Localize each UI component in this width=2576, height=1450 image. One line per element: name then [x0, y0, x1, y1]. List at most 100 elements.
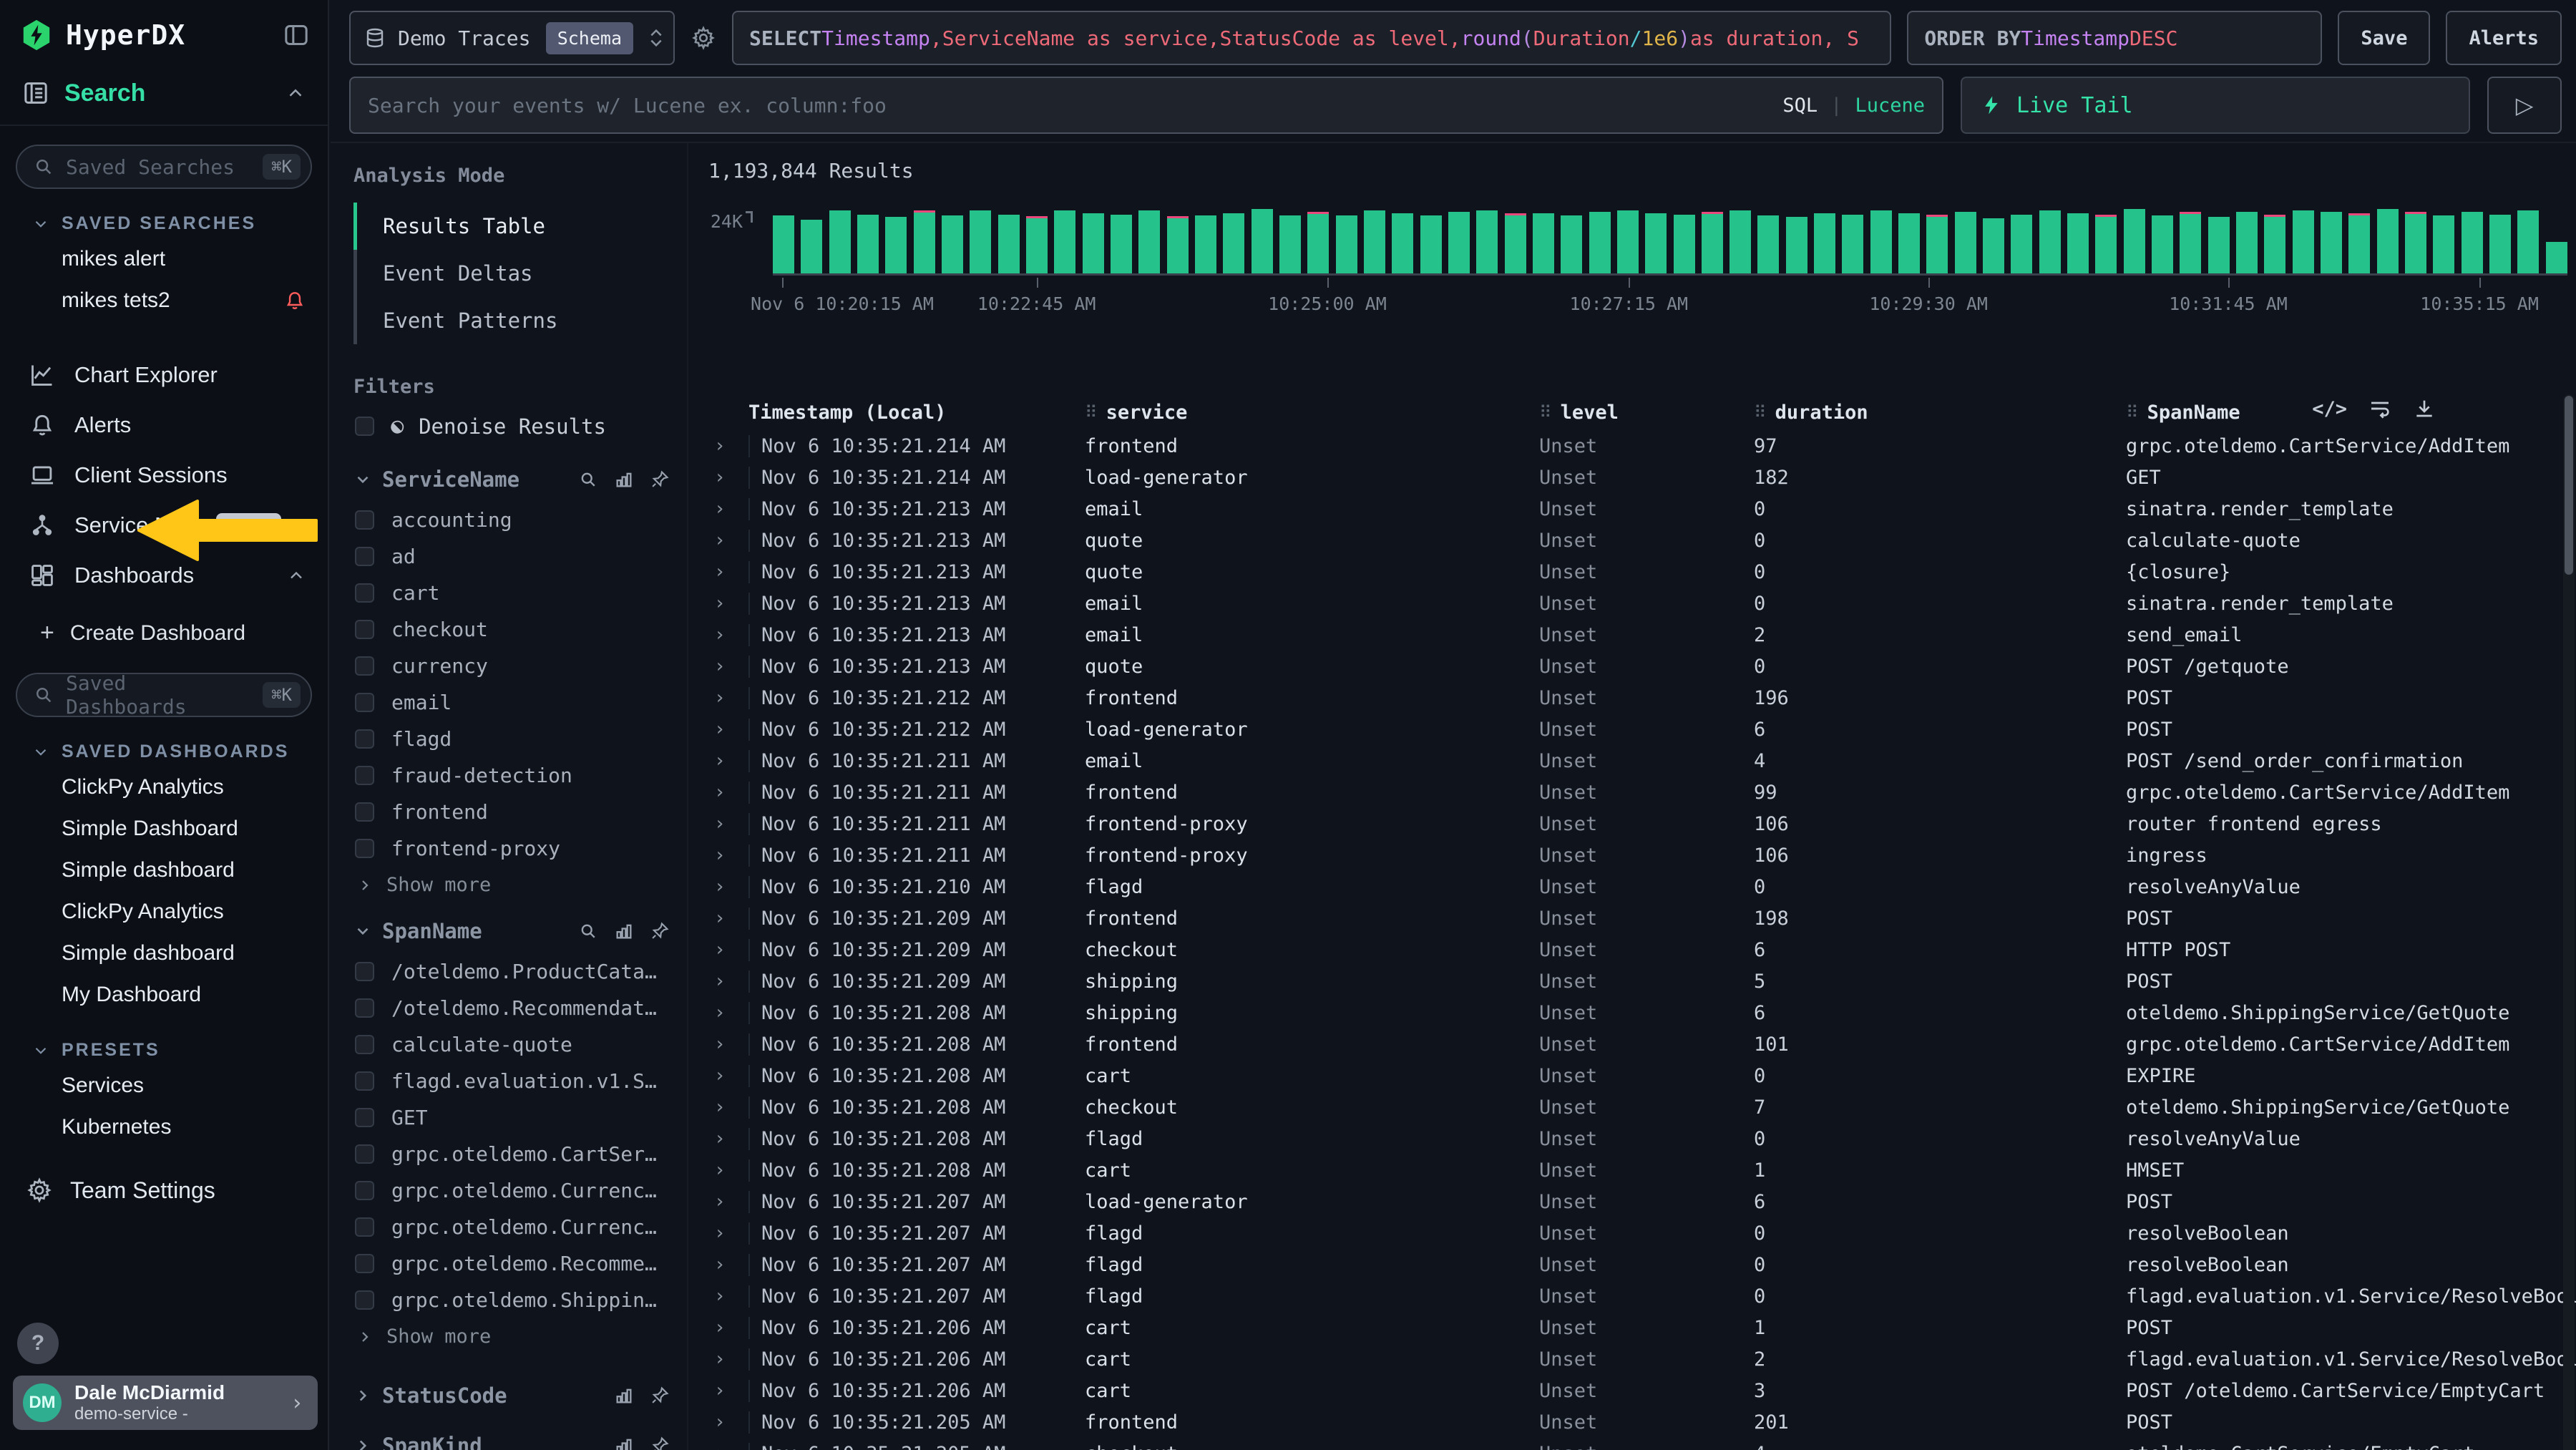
- row-expand-chevron[interactable]: ›: [708, 908, 748, 929]
- search-icon[interactable]: [578, 921, 598, 941]
- row-expand-chevron[interactable]: ›: [708, 782, 748, 803]
- filter-checkbox[interactable]: [355, 1071, 374, 1091]
- filter-checkbox[interactable]: [355, 510, 374, 530]
- saved-dashboard-item[interactable]: ClickPy Analytics: [0, 767, 328, 808]
- table-row[interactable]: › Nov 6 10:35:21.206 AM cart Unset 1 POS…: [708, 1312, 2576, 1343]
- preset-item[interactable]: Services: [0, 1065, 328, 1106]
- histogram-bar[interactable]: [1026, 216, 1048, 273]
- row-expand-chevron[interactable]: ›: [708, 530, 748, 551]
- histogram-bar[interactable]: [2180, 212, 2201, 273]
- row-expand-chevron[interactable]: ›: [708, 1002, 748, 1023]
- histogram-bar[interactable]: [2489, 215, 2511, 273]
- row-expand-chevron[interactable]: ›: [708, 1033, 748, 1055]
- histogram-bar[interactable]: [2067, 213, 2089, 273]
- pin-icon[interactable]: [650, 1436, 670, 1450]
- histogram-bar[interactable]: [2348, 213, 2370, 273]
- histogram-bar[interactable]: [2208, 217, 2230, 273]
- histogram-bar[interactable]: [1757, 215, 1779, 273]
- bar-chart-icon[interactable]: [614, 1386, 634, 1406]
- user-menu[interactable]: DM Dale McDiarmid demo-service - ›: [13, 1376, 318, 1430]
- histogram-bar[interactable]: [885, 217, 907, 273]
- row-expand-chevron[interactable]: ›: [708, 1159, 748, 1181]
- filter-checkbox[interactable]: [355, 839, 374, 858]
- col-service[interactable]: ⠿service: [1085, 402, 1539, 424]
- histogram-bar[interactable]: [2039, 210, 2061, 273]
- filter-checkbox-item[interactable]: /oteldemo.ProductCatalo…: [353, 953, 670, 990]
- histogram-bar[interactable]: [1645, 213, 1667, 273]
- wrap-lines-icon[interactable]: [2368, 397, 2391, 420]
- filter-checkbox-item[interactable]: fraud-detection: [353, 757, 670, 794]
- col-duration[interactable]: ⠿duration: [1754, 402, 2126, 424]
- histogram-bar[interactable]: [970, 210, 991, 273]
- table-row[interactable]: › Nov 6 10:35:21.207 AM flagd Unset 0 re…: [708, 1249, 2576, 1280]
- histogram-bar[interactable]: [1054, 210, 1075, 273]
- view-source-code-icon[interactable]: </>: [2312, 398, 2347, 420]
- bar-chart-icon[interactable]: [614, 921, 634, 941]
- table-row[interactable]: › Nov 6 10:35:21.208 AM checkout Unset 7…: [708, 1091, 2576, 1123]
- table-row[interactable]: › Nov 6 10:35:21.209 AM frontend Unset 1…: [708, 902, 2576, 934]
- histogram-bar[interactable]: [1223, 213, 1244, 273]
- table-row[interactable]: › Nov 6 10:35:21.213 AM quote Unset 0 ca…: [708, 525, 2576, 556]
- filter-checkbox[interactable]: [355, 962, 374, 981]
- histogram-bar[interactable]: [1167, 216, 1189, 273]
- histogram-bar[interactable]: [1195, 215, 1216, 273]
- drag-handle-icon[interactable]: ⠿: [2126, 402, 2139, 422]
- row-expand-chevron[interactable]: ›: [708, 1096, 748, 1118]
- histogram-bar[interactable]: [1842, 215, 1863, 273]
- row-expand-chevron[interactable]: ›: [708, 1191, 748, 1212]
- order-by-editor[interactable]: ORDER BY Timestamp DESC: [1907, 11, 2322, 65]
- preset-item[interactable]: Kubernetes: [0, 1106, 328, 1148]
- histogram-bar[interactable]: [1364, 210, 1385, 273]
- save-button[interactable]: Save: [2338, 11, 2430, 65]
- filter-group-spanname[interactable]: SpanName: [353, 919, 670, 943]
- row-expand-chevron[interactable]: ›: [708, 593, 748, 614]
- denoise-checkbox[interactable]: [355, 417, 374, 436]
- row-expand-chevron[interactable]: ›: [708, 1411, 748, 1433]
- filter-checkbox-item[interactable]: currency: [353, 648, 670, 684]
- mode-event-deltas[interactable]: Event Deltas: [353, 250, 670, 297]
- table-row[interactable]: › Nov 6 10:35:21.206 AM cart Unset 2 fla…: [708, 1343, 2576, 1375]
- histogram-bar[interactable]: [2405, 212, 2426, 273]
- sidebar-item-alerts[interactable]: Alerts: [0, 400, 328, 450]
- saved-dashboard-item[interactable]: My Dashboard: [0, 974, 328, 1016]
- filter-group-statuscode[interactable]: StatusCode: [353, 1383, 670, 1408]
- sql-select-editor[interactable]: SELECT Timestamp, ServiceName as service…: [732, 11, 1891, 65]
- histogram-bar[interactable]: [1870, 210, 1892, 273]
- histogram-bar[interactable]: [2433, 215, 2454, 273]
- data-source-select[interactable]: Demo Traces Schema: [349, 11, 675, 65]
- histogram-bar[interactable]: [1279, 215, 1301, 273]
- sidebar-item-client-sessions[interactable]: Client Sessions: [0, 450, 328, 500]
- saved-dashboard-item[interactable]: ClickPy Analytics: [0, 891, 328, 933]
- mode-event-patterns[interactable]: Event Patterns: [353, 297, 670, 344]
- histogram-bar[interactable]: [2462, 212, 2483, 273]
- filter-checkbox-item[interactable]: accounting: [353, 502, 670, 538]
- histogram-bar[interactable]: [2321, 212, 2342, 273]
- filter-checkbox-item[interactable]: grpc.oteldemo.Recommend…: [353, 1245, 670, 1282]
- histogram-bar[interactable]: [914, 210, 935, 273]
- table-row[interactable]: › Nov 6 10:35:21.211 AM email Unset 4 PO…: [708, 745, 2576, 777]
- filter-checkbox-item[interactable]: /oteldemo.Recommendatio…: [353, 990, 670, 1026]
- table-row[interactable]: › Nov 6 10:35:21.212 AM load-generator U…: [708, 714, 2576, 745]
- filter-checkbox[interactable]: [355, 766, 374, 785]
- drag-handle-icon[interactable]: ⠿: [1539, 402, 1552, 422]
- histogram-bar[interactable]: [1729, 210, 1751, 273]
- drag-handle-icon[interactable]: ⠿: [1085, 402, 1098, 422]
- row-expand-chevron[interactable]: ›: [708, 1348, 748, 1370]
- histogram-bar[interactable]: [2293, 210, 2314, 273]
- histogram-bar[interactable]: [1420, 215, 1442, 273]
- sidebar-collapse-icon[interactable]: [282, 21, 311, 49]
- table-row[interactable]: › Nov 6 10:35:21.214 AM load-generator U…: [708, 462, 2576, 493]
- filter-checkbox-item[interactable]: grpc.oteldemo.CurrencyS…: [353, 1172, 670, 1209]
- table-row[interactable]: › Nov 6 10:35:21.214 AM frontend Unset 9…: [708, 430, 2576, 462]
- row-expand-chevron[interactable]: ›: [708, 813, 748, 835]
- row-expand-chevron[interactable]: ›: [708, 561, 748, 583]
- histogram-bar[interactable]: [998, 215, 1020, 273]
- histogram-bar[interactable]: [2011, 215, 2032, 273]
- row-expand-chevron[interactable]: ›: [708, 656, 748, 677]
- histogram-bar[interactable]: [1392, 213, 1413, 273]
- filter-checkbox[interactable]: [355, 1217, 374, 1237]
- table-row[interactable]: › Nov 6 10:35:21.209 AM checkout Unset 6…: [708, 934, 2576, 965]
- filter-checkbox[interactable]: [355, 693, 374, 712]
- saved-dashboards-header[interactable]: SAVED DASHBOARDS: [0, 717, 328, 767]
- live-tail-button[interactable]: Live Tail: [1961, 77, 2470, 134]
